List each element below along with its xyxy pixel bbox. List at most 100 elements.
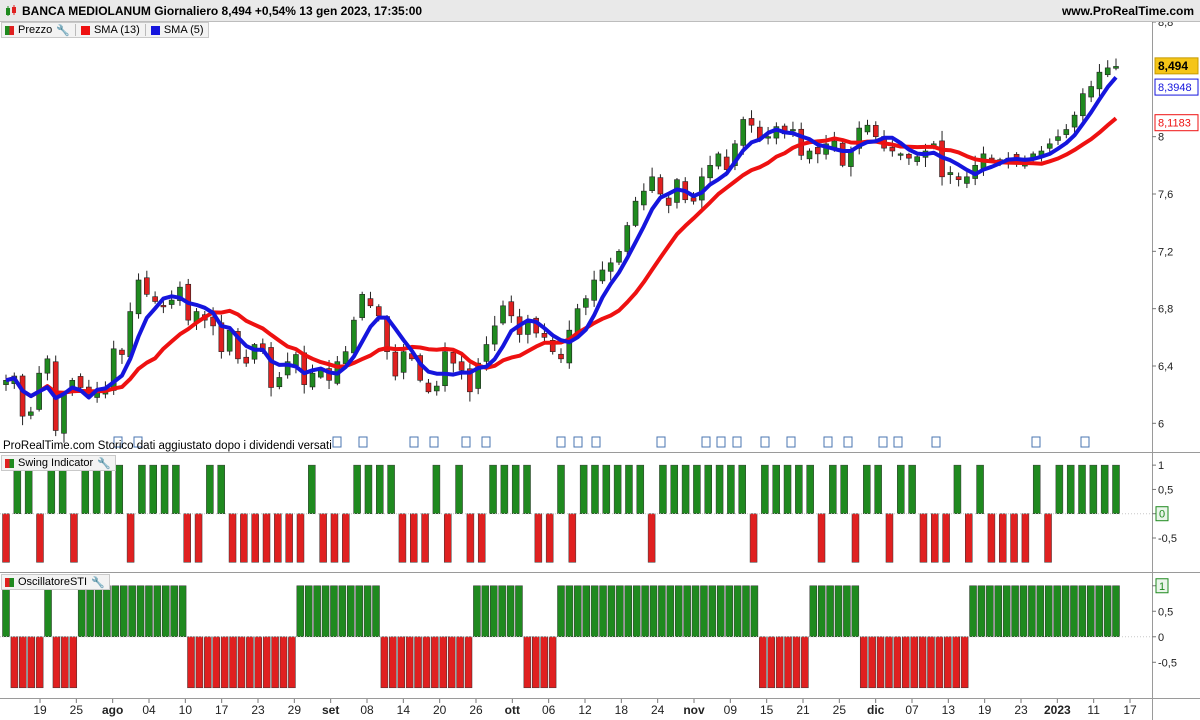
candle-body (632, 200, 639, 226)
osc-bar (237, 636, 246, 689)
osc-bar (1095, 585, 1103, 638)
osc-bar (641, 585, 649, 638)
swing-bar (715, 464, 724, 514)
swing-bar (421, 513, 429, 563)
swing-bar (965, 513, 973, 563)
swing-bar (1010, 513, 1018, 563)
swing-bar (511, 464, 520, 514)
swing-bar (2, 513, 10, 563)
osc-bar (380, 636, 389, 689)
osc-bar (414, 636, 422, 689)
y-tick-label: 8,8 (1158, 22, 1173, 29)
osc-bar (481, 585, 490, 638)
osc-bar (683, 585, 691, 638)
x-tick-label: 25 (833, 703, 847, 717)
swing-bar (863, 464, 871, 514)
osc-bar (347, 585, 355, 638)
swing-bar (897, 464, 905, 514)
osc-bar (742, 585, 750, 638)
osc-bar (44, 585, 52, 638)
osc-bar (691, 585, 700, 638)
candle-body (1046, 143, 1053, 149)
document-icon (716, 436, 726, 448)
x-tick-label: 23 (251, 703, 265, 717)
candle-body (607, 262, 614, 272)
x-tick-label: 09 (724, 703, 738, 717)
chart-header: BANCA MEDIOLANUM Giornaliero 8,494 +0,54… (0, 0, 1200, 22)
candle-body (1113, 66, 1119, 69)
candle-body (19, 375, 26, 417)
site-link[interactable]: www.ProRealTime.com (1062, 4, 1194, 18)
osc-bar (212, 636, 220, 689)
candle-body (375, 306, 382, 317)
osc-bar (624, 585, 633, 638)
swing-bar (70, 513, 78, 563)
swing-bar (477, 513, 486, 563)
swing-bar (206, 464, 214, 514)
document-icon (823, 436, 833, 448)
osc-bar (977, 585, 986, 638)
osc-swatch-icon (5, 577, 14, 587)
swing-bar (104, 464, 112, 514)
document-icon (1080, 436, 1090, 448)
document-icon (893, 436, 903, 448)
osc-bar (363, 585, 372, 638)
swing-bar (13, 464, 22, 514)
chart-area[interactable]: 8,8 8 7,6 7,2 6,8 6,4 6 1 0,5 0 -0,5 1 0,5 0 -0,5 8,494… (0, 22, 1200, 720)
osc-bar (296, 585, 305, 638)
y-tick-label: 6,8 (1158, 304, 1173, 316)
candle-body (433, 385, 440, 392)
osc-bar (473, 585, 481, 638)
osc-bar (616, 585, 624, 638)
swing-bar (534, 513, 543, 563)
x-tick-label: 17 (215, 703, 229, 717)
osc-bar (246, 636, 254, 689)
wrench-icon[interactable]: 🔧 (97, 457, 111, 470)
swing-bar (81, 464, 90, 514)
candle-body (168, 299, 175, 305)
wrench-icon[interactable]: 🔧 (91, 576, 105, 589)
swing-bar (376, 464, 384, 514)
candle-body (135, 279, 142, 315)
swing-bar (783, 464, 792, 514)
osc-bar (86, 585, 94, 638)
price-legend[interactable]: Prezzo 🔧 SMA (13) SMA (5) (1, 22, 209, 38)
osc-bar (431, 636, 439, 689)
document-icon (878, 436, 888, 448)
swing-bar (568, 513, 577, 563)
sma5-swatch-icon (150, 25, 160, 35)
candle-body (1096, 71, 1103, 90)
candle-body (44, 358, 51, 374)
swing-legend[interactable]: Swing Indicator 🔧 (1, 455, 116, 471)
osc-bar (944, 636, 952, 689)
swing-bar (761, 464, 769, 514)
osc-bar (986, 585, 994, 638)
chart-title: BANCA MEDIOLANUM Giornaliero 8,494 +0,54… (22, 4, 423, 18)
osc-bar (19, 636, 27, 689)
swing-bar (1078, 464, 1086, 514)
osc-bar (464, 636, 473, 689)
document-icon (481, 436, 491, 448)
osc-bar (1070, 585, 1078, 638)
candle-body (144, 277, 150, 295)
osc-bar (801, 636, 809, 689)
osc-bar (69, 636, 78, 689)
osc-bar (540, 636, 548, 689)
x-tick-label: 18 (615, 703, 629, 717)
candle-body (740, 119, 747, 146)
osc-bar (969, 585, 977, 638)
candle-body (814, 147, 821, 155)
osc-legend[interactable]: OscillatoreSTI 🔧 (1, 574, 110, 590)
osc-bar (204, 636, 212, 689)
osc-bar (195, 636, 204, 689)
osc-bar (843, 585, 851, 638)
candle-body (864, 124, 871, 133)
swing-bar (806, 464, 814, 514)
osc-bar (902, 636, 910, 689)
osc-bar (103, 585, 111, 638)
candle-body (872, 125, 879, 137)
swing-bar (545, 513, 554, 563)
swing-bar (319, 513, 327, 563)
wrench-icon[interactable]: 🔧 (56, 24, 70, 37)
osc-bar (868, 636, 876, 689)
